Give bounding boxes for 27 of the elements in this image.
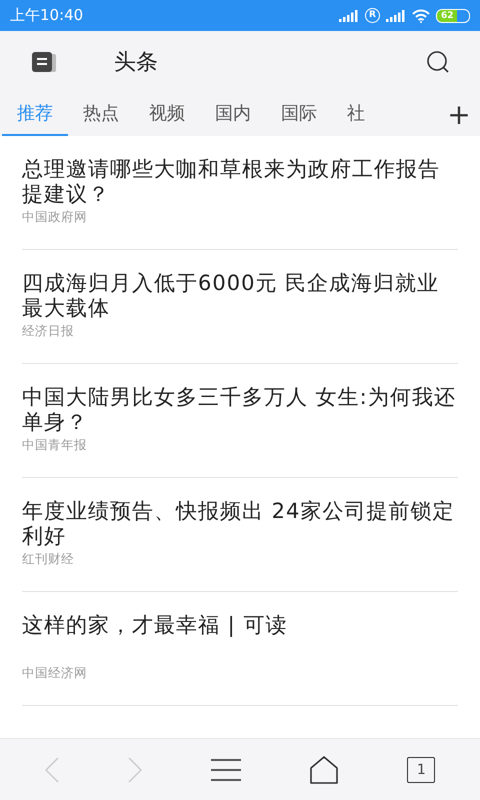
article-source: 中国青年报 <box>22 437 88 454</box>
article-source: 中国经济网 <box>22 665 88 682</box>
article-source: 红刊财经 <box>22 551 75 568</box>
article-source: 经济日报 <box>22 323 75 340</box>
article-title[interactable]: 四成海归月入低于6000元 民企成海归就业最大载体 <box>22 271 458 321</box>
news-menu-icon[interactable] <box>32 52 58 72</box>
roaming-indicator: R <box>365 8 380 23</box>
category-tab[interactable]: 视频 <box>134 92 200 136</box>
category-tab[interactable]: 国际 <box>266 92 332 136</box>
article-title[interactable]: 这样的家，才最幸福 | 可读 <box>22 613 458 663</box>
battery-indicator: 62 <box>436 8 470 22</box>
category-tab[interactable]: 国内 <box>200 92 266 136</box>
article-title[interactable]: 年度业绩预告、快报频出 24家公司提前锁定利好 <box>22 499 458 549</box>
signal-icon <box>386 10 406 22</box>
tab-count-button[interactable]: 1 <box>407 756 436 782</box>
signal-icon <box>339 10 359 22</box>
wifi-icon <box>412 8 430 22</box>
search-icon[interactable] <box>426 50 450 74</box>
article-source: 中国政府网 <box>22 209 88 226</box>
status-time: 上午10:40 <box>10 6 84 25</box>
page-title: 头条 <box>114 48 159 76</box>
article-title[interactable]: 总理邀请哪些大咖和草根来为政府工作报告提建议？ <box>22 157 458 207</box>
category-tab[interactable]: 热点 <box>68 92 134 136</box>
home-icon[interactable] <box>310 756 338 784</box>
menu-icon[interactable] <box>210 758 241 782</box>
category-tab[interactable]: 社 <box>332 92 380 136</box>
article-title[interactable]: 中国大陆男比女多三千多万人 女生:为何我还单身？ <box>22 385 458 435</box>
